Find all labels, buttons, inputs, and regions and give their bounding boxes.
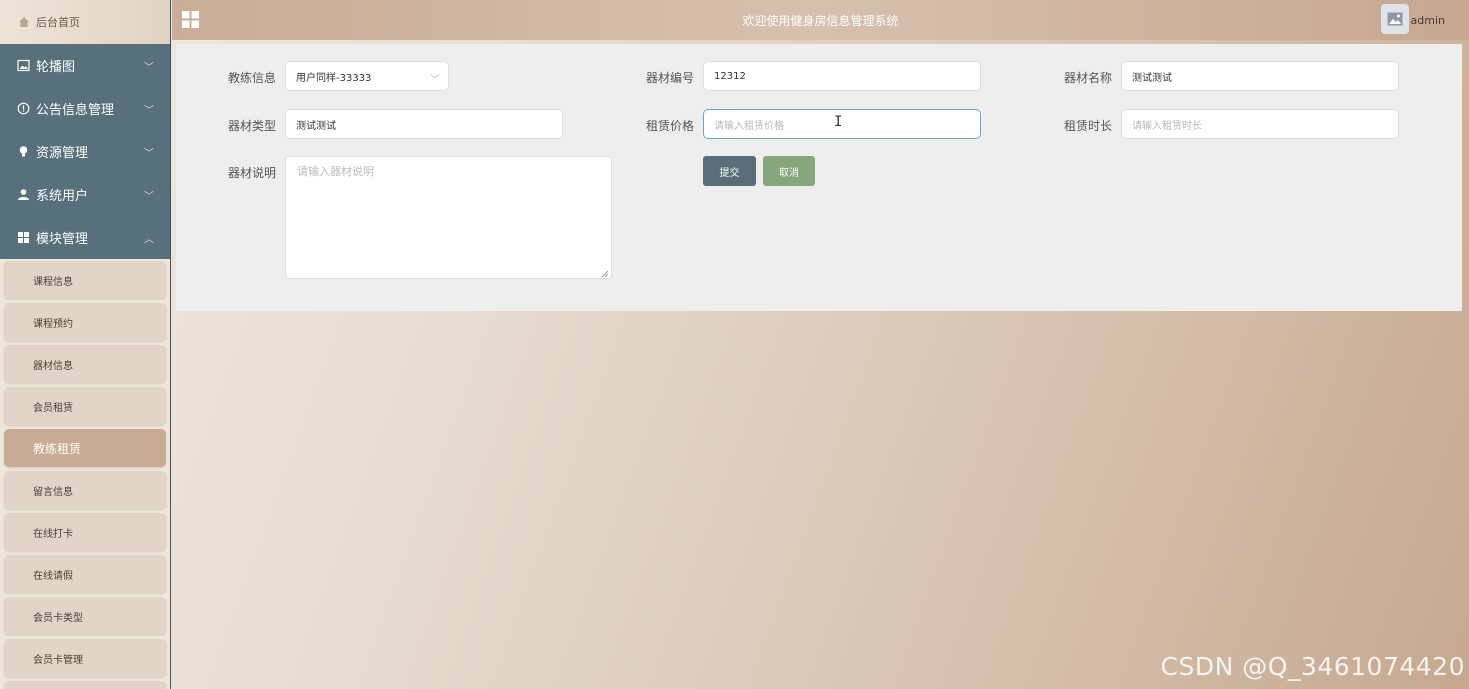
grid-icon xyxy=(17,231,30,244)
submenu-item-course-booking[interactable]: 课程预约 xyxy=(4,303,166,341)
submit-button[interactable]: 提交 xyxy=(703,156,756,186)
desc-placeholder: 请输入器材说明 xyxy=(297,165,374,178)
sidebar-menu-label: 资源管理 xyxy=(36,146,89,161)
watermark: CSDN @Q_3461074420 xyxy=(1160,652,1465,681)
text-cursor-icon: I xyxy=(834,114,843,130)
price-label: 租赁价格 xyxy=(645,119,694,133)
submenu-item-card-type[interactable]: 会员卡类型 xyxy=(4,597,166,635)
sidebar-menu-notice[interactable]: 公告信息管理 ﹀ xyxy=(0,87,170,130)
duration-label: 租赁时长 xyxy=(1063,119,1112,133)
module-submenu: 课程信息 课程预约 器材信息 会员租赁 教练租赁 留言信息 在线打卡 在线请假 … xyxy=(0,259,170,689)
submenu-item-check-in[interactable]: 在线打卡 xyxy=(4,513,166,551)
submenu-item-more[interactable] xyxy=(4,681,166,689)
submenu-item-coach-rental[interactable]: 教练租赁 xyxy=(4,429,166,467)
submenu-item-leave[interactable]: 在线请假 xyxy=(4,555,166,593)
duration-input[interactable]: 请输入租赁时长 xyxy=(1121,109,1399,139)
equip-type-label: 器材类型 xyxy=(227,119,276,133)
chevron-down-icon: ﹀ xyxy=(144,105,154,116)
bulb-icon xyxy=(17,145,30,158)
sidebar-item-home[interactable]: 后台首页 xyxy=(0,0,170,44)
submenu-item-messages[interactable]: 留言信息 xyxy=(4,471,166,509)
submenu-item-member-rental[interactable]: 会员租赁 xyxy=(4,387,166,425)
sidebar-menu-label: 公告信息管理 xyxy=(36,103,115,118)
equip-name-label: 器材名称 xyxy=(1063,71,1112,85)
equip-type-input[interactable]: 测试测试 xyxy=(285,109,563,139)
sidebar-menu-users[interactable]: 系统用户 ﹀ xyxy=(0,173,170,216)
sidebar: 后台首页 轮播图 ﹀ 公告信息管理 ﹀ 资源管理 ﹀ 系统用户 ﹀ 模块管理 ︿ xyxy=(0,0,171,689)
form-panel: 教练信息 用户同样-33333 ﹀ 器材编号 12312 器材名称 测试测试 器… xyxy=(176,44,1462,311)
sidebar-menu-label: 模块管理 xyxy=(36,232,89,247)
chevron-down-icon: ﹀ xyxy=(430,75,440,86)
chevron-down-icon: ﹀ xyxy=(144,191,154,202)
coach-select[interactable]: 用户同样-33333 ﹀ xyxy=(285,61,449,91)
home-icon xyxy=(18,16,30,28)
sidebar-menu-label: 系统用户 xyxy=(36,189,89,204)
desc-textarea[interactable]: 请输入器材说明 xyxy=(285,156,612,279)
cancel-button[interactable]: 取消 xyxy=(763,156,815,186)
equip-no-label: 器材编号 xyxy=(645,71,694,85)
user-icon xyxy=(17,188,30,201)
coach-label: 教练信息 xyxy=(227,71,276,85)
chevron-down-icon: ﹀ xyxy=(144,148,154,159)
sidebar-menu-modules[interactable]: 模块管理 ︿ xyxy=(0,216,170,259)
info-circle-icon xyxy=(17,102,30,115)
submenu-item-card-manage[interactable]: 会员卡管理 xyxy=(4,639,166,677)
sidebar-menu-resource[interactable]: 资源管理 ﹀ xyxy=(0,130,170,173)
sidebar-menu-label: 轮播图 xyxy=(36,60,76,75)
submenu-item-equipment-info[interactable]: 器材信息 xyxy=(4,345,166,383)
desc-label: 器材说明 xyxy=(227,166,276,180)
chevron-up-icon: ︿ xyxy=(144,234,154,245)
submenu-item-course-info[interactable]: 课程信息 xyxy=(4,261,166,299)
chevron-down-icon: ﹀ xyxy=(144,62,154,73)
equip-no-input[interactable]: 12312 xyxy=(703,61,981,91)
image-placeholder-icon xyxy=(1387,12,1403,26)
coach-select-value: 用户同样-33333 xyxy=(296,72,372,84)
sidebar-menu-carousel[interactable]: 轮播图 ﹀ xyxy=(0,44,170,87)
equip-name-input[interactable]: 测试测试 xyxy=(1121,61,1399,91)
top-header: 欢迎使用健身房信息管理系统 admin xyxy=(172,0,1469,40)
sidebar-item-label: 后台首页 xyxy=(36,16,80,29)
avatar[interactable] xyxy=(1381,4,1409,34)
resize-handle-icon[interactable] xyxy=(601,268,609,278)
page-title: 欢迎使用健身房信息管理系统 xyxy=(742,13,899,28)
image-icon xyxy=(17,59,30,72)
username[interactable]: admin xyxy=(1411,14,1445,27)
